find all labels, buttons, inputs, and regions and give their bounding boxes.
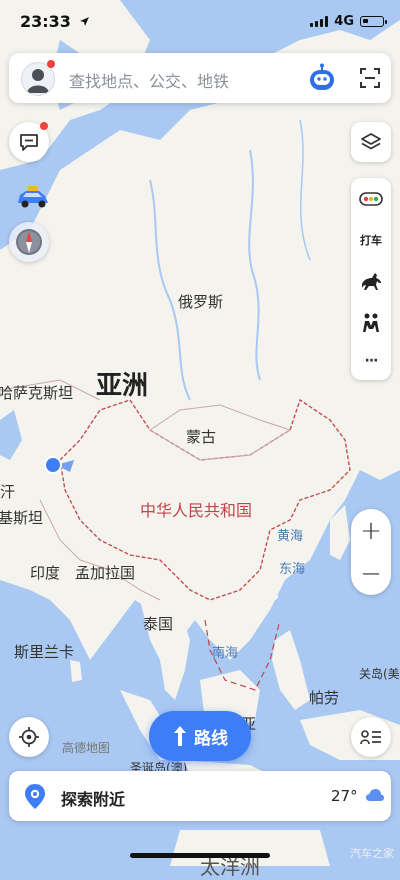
map-label-east-sea: 东海 bbox=[279, 562, 306, 577]
network-type: 4G bbox=[334, 14, 354, 29]
map-label-india: 印度 bbox=[30, 564, 61, 582]
horse-icon bbox=[362, 273, 381, 290]
list-icon bbox=[360, 730, 381, 745]
map-label-south-sea: 南海 bbox=[212, 646, 239, 661]
route-button[interactable]: 路线 bbox=[149, 711, 251, 761]
locate-icon bbox=[19, 727, 39, 747]
more-label: ··· bbox=[364, 353, 379, 369]
watermark: 汽车之家 bbox=[350, 847, 394, 860]
compass-icon bbox=[16, 229, 42, 255]
traffic-light-icon bbox=[359, 192, 383, 206]
route-label: 路线 bbox=[194, 728, 228, 749]
map-label-palau: 帕劳 bbox=[309, 689, 340, 707]
search-input[interactable]: 查找地点、公交、地铁 bbox=[69, 68, 229, 92]
cloud-icon bbox=[366, 789, 384, 801]
home-indicator bbox=[130, 853, 270, 858]
map-label-asia: 亚洲 bbox=[96, 371, 149, 401]
layers-icon bbox=[361, 133, 381, 150]
layers-button[interactable] bbox=[351, 122, 391, 162]
avatar-notification-dot bbox=[47, 60, 55, 68]
map-label-yellow-sea: 黄海 bbox=[277, 529, 304, 544]
route-arrow-icon bbox=[174, 726, 186, 746]
zoom-out-button[interactable]: − bbox=[351, 552, 391, 595]
scan-icon[interactable] bbox=[359, 67, 381, 89]
locate-button[interactable] bbox=[9, 717, 49, 757]
map-label-kyrgyz-fragment: 汗 bbox=[0, 483, 16, 501]
horse-button[interactable] bbox=[351, 266, 391, 296]
zoom-control: + − bbox=[351, 509, 391, 595]
status-time: 23:33 bbox=[20, 12, 90, 31]
status-bar: 23:33 4G bbox=[0, 0, 400, 46]
message-notification-dot bbox=[40, 122, 48, 130]
zoom-in-button[interactable]: + bbox=[351, 509, 391, 552]
map-label-pakistan-fragment: 基斯坦 bbox=[0, 509, 44, 527]
navigation-arrow-icon bbox=[79, 17, 89, 26]
tool-panel: 打车 ··· bbox=[351, 178, 391, 380]
explore-nearby-bar[interactable]: 探索附近 27° bbox=[9, 771, 391, 821]
map-label-kazakhstan: 哈萨克斯坦 bbox=[0, 384, 74, 402]
battery-icon bbox=[360, 16, 387, 27]
map-vendor-label: 高德地图 bbox=[62, 741, 111, 755]
traffic-button[interactable] bbox=[351, 184, 391, 214]
compass-button[interactable] bbox=[9, 222, 49, 262]
temperature: 27° bbox=[331, 787, 358, 805]
search-bar[interactable]: 查找地点、公交、地铁 bbox=[9, 53, 391, 103]
people-icon bbox=[363, 313, 379, 332]
map-label-bangladesh: 孟加拉国 bbox=[75, 564, 136, 582]
map-label-sri-lanka: 斯里兰卡 bbox=[14, 643, 75, 661]
user-location-marker bbox=[44, 456, 74, 474]
explore-nearby-label: 探索附近 bbox=[61, 790, 126, 809]
map-label-russia: 俄罗斯 bbox=[178, 293, 224, 311]
walk-button[interactable] bbox=[351, 308, 391, 338]
list-button[interactable] bbox=[351, 717, 391, 757]
taxi-label: 打车 bbox=[360, 234, 382, 247]
taxi-button[interactable]: 打车 bbox=[351, 226, 391, 254]
map-label-thailand: 泰国 bbox=[143, 615, 174, 633]
car-icon[interactable] bbox=[15, 185, 51, 211]
pin-icon bbox=[25, 784, 45, 809]
map-label-china: 中华人民共和国 bbox=[140, 501, 253, 520]
signal-icon bbox=[310, 16, 329, 27]
more-button[interactable]: ··· bbox=[351, 348, 391, 374]
robot-assistant-icon[interactable] bbox=[307, 63, 337, 93]
message-icon bbox=[20, 134, 38, 151]
map-label-guam: 关岛(美 bbox=[359, 667, 400, 681]
map-label-mongolia: 蒙古 bbox=[186, 428, 217, 446]
